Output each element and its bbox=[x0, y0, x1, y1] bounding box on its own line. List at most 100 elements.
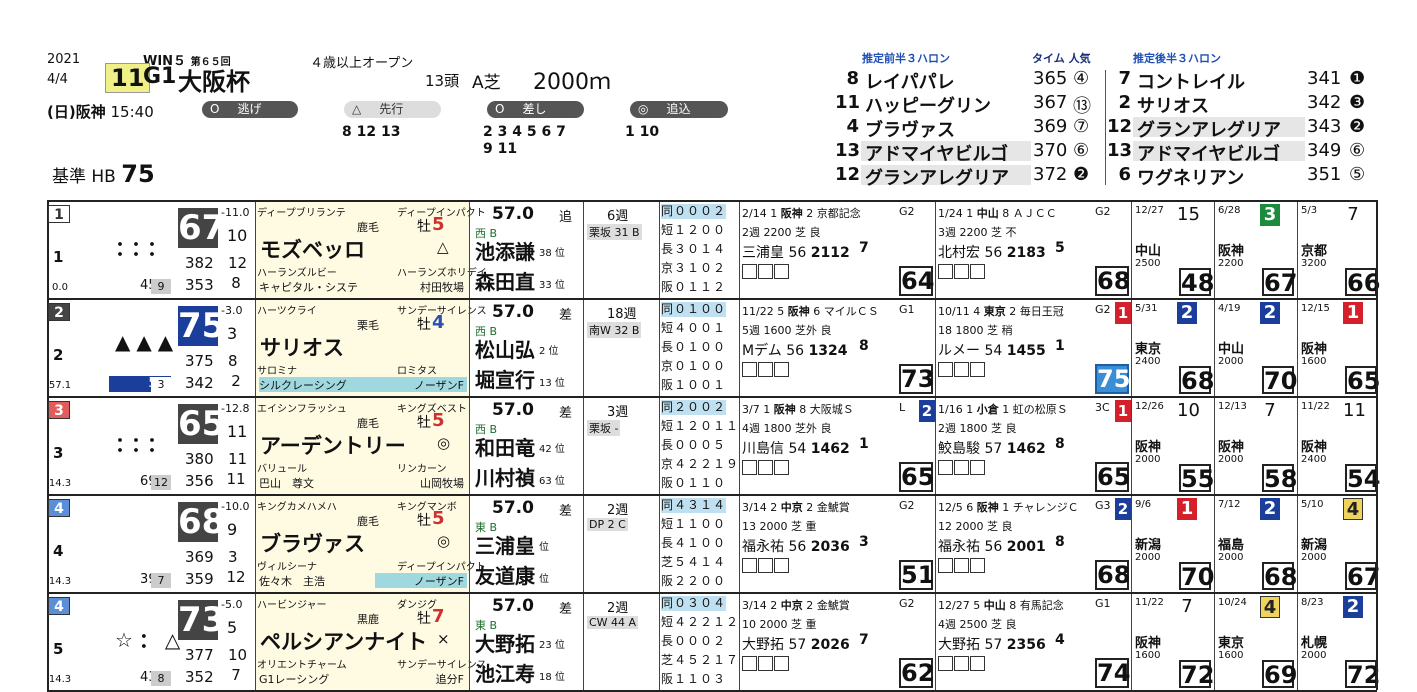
past-race-finish: 5 bbox=[1117, 206, 1129, 224]
past-race-venue: 阪神 bbox=[1301, 342, 1328, 357]
back-time: 353 bbox=[185, 276, 214, 294]
pace-front-no: 11 bbox=[835, 92, 861, 113]
mark: ◎ bbox=[437, 434, 451, 452]
training-course: 栗坂 31 B bbox=[587, 224, 642, 240]
past-race-sub: 10 2000 芝 重 bbox=[742, 618, 817, 631]
popularity: 9 bbox=[151, 279, 171, 294]
speed-index: 73 bbox=[178, 600, 226, 640]
jockey-stat: 23 位 bbox=[539, 640, 565, 651]
front-rank: 10 bbox=[228, 646, 248, 664]
weight: 57.0 bbox=[492, 204, 534, 224]
past-race-positions bbox=[938, 656, 986, 674]
mark: △ bbox=[437, 238, 449, 256]
pace-back-row: 12 グランアレグリア 343 ❷ bbox=[1107, 116, 1372, 141]
frame-badge: 3 bbox=[48, 401, 70, 419]
past-race-finish: 8 bbox=[921, 206, 933, 224]
age: 4 bbox=[432, 312, 445, 333]
past-race-jockey: 鮫島駿 57 1462 bbox=[938, 441, 1046, 457]
jockey: 松山弘 bbox=[475, 338, 535, 362]
pace-back-name: ワグネリアン bbox=[1137, 168, 1245, 189]
pace-back-pop: ❸ bbox=[1349, 92, 1366, 113]
past-race-date: 5/31 bbox=[1135, 303, 1158, 314]
frame-badge: 2 bbox=[48, 303, 70, 321]
past-race-distance: 2000 bbox=[1218, 356, 1244, 367]
prediction-marks: ☆：△ bbox=[115, 628, 187, 652]
age: 7 bbox=[432, 606, 445, 627]
pace-back-no: 2 bbox=[1118, 92, 1131, 113]
past-race-distance: 2500 bbox=[1135, 258, 1161, 269]
horse-row: 4414.339.6768-10.09369335912キングカメハメハキングマ… bbox=[47, 494, 1380, 593]
pace-back-name: アドマイヤビルゴ bbox=[1137, 144, 1281, 165]
jockey-stat: 42 位 bbox=[539, 444, 565, 455]
past-race-finish: 7 bbox=[1117, 598, 1129, 616]
record-row: 長０１００ bbox=[661, 340, 727, 354]
past-race-rank: 8 bbox=[859, 338, 869, 354]
past-race-positions bbox=[938, 362, 986, 380]
back-rank: 2 bbox=[231, 372, 241, 390]
age: 5 bbox=[432, 214, 445, 235]
past-race-header: 12/5 6 阪神 1 チャレンジＣ bbox=[938, 501, 1079, 514]
index-diff: -3.0 bbox=[221, 304, 243, 317]
past-race-venue: 阪神 bbox=[1135, 440, 1162, 455]
course-type: A芝 bbox=[472, 73, 501, 93]
past-race-venue: 東京 bbox=[1135, 342, 1162, 357]
horse-name: サリオス bbox=[260, 336, 344, 360]
jockey-stat: 38 位 bbox=[539, 248, 565, 259]
pace-divider bbox=[1105, 70, 1106, 185]
trainer-stat: 位 bbox=[539, 574, 549, 585]
dam-sire: ロミタス bbox=[397, 366, 437, 377]
sire: ディープブリランテ bbox=[257, 208, 346, 219]
front-rank: 3 bbox=[228, 548, 238, 566]
pace-back-row: 7 コントレイル 341 ❶ bbox=[1107, 68, 1372, 93]
trainer-stat: 63 位 bbox=[539, 476, 565, 487]
record-row: 同２００２ bbox=[661, 400, 727, 415]
owner: キャピタル・システ bbox=[259, 281, 358, 294]
distance: 2000ｍ bbox=[533, 70, 611, 95]
pace-back-row: 13 アドマイヤビルゴ 349 ⑥ bbox=[1107, 140, 1372, 165]
past-race-finish: 7 bbox=[1181, 596, 1193, 617]
interval: 18週 bbox=[607, 307, 637, 322]
record-row: 阪１１０３ bbox=[661, 672, 727, 686]
pace-front-time: 369 bbox=[1033, 116, 1068, 137]
index-diff: -5.0 bbox=[221, 598, 243, 611]
past-race-distance: 1600 bbox=[1218, 650, 1244, 661]
back-rank: 8 bbox=[231, 274, 241, 292]
back-rank: 7 bbox=[231, 666, 241, 684]
past-race-finish: 1 bbox=[1177, 498, 1197, 520]
past-race-sub: 18 1800 芝 稍 bbox=[938, 324, 1013, 337]
mark: × bbox=[437, 630, 450, 648]
sire: ハーツクライ bbox=[257, 306, 317, 317]
past-race-grade: 3C bbox=[1095, 401, 1110, 414]
past-race-distance: 2400 bbox=[1135, 356, 1161, 367]
trainer-stat: 18 位 bbox=[539, 672, 565, 683]
horse-number: 3 bbox=[53, 444, 64, 462]
pace-front-name: ハッピーグリン bbox=[865, 96, 991, 117]
running-style: 差 bbox=[559, 504, 573, 519]
past-race-rank: 7 bbox=[859, 240, 869, 256]
past-race-venue: 新潟 bbox=[1301, 538, 1328, 553]
index-rank: 10 bbox=[227, 226, 248, 245]
weight: 57.0 bbox=[492, 302, 534, 322]
record-row: 短４２２１２ bbox=[661, 615, 740, 629]
past-race-index: 62 bbox=[899, 658, 935, 688]
pace-front-row: 8 レイパパレ 365 ④ bbox=[835, 68, 1097, 93]
pace-front-pop: ⑥ bbox=[1073, 140, 1090, 161]
pace-back-time: 342 bbox=[1307, 92, 1342, 113]
record-row: 同０００２ bbox=[661, 204, 727, 219]
sex: 牡 bbox=[417, 611, 431, 627]
past-race-distance: 2000 bbox=[1135, 552, 1161, 563]
past-race-rank: 8 bbox=[1055, 436, 1065, 452]
prediction-marks: ：：： bbox=[115, 236, 173, 260]
running-style: 差 bbox=[559, 406, 573, 421]
past-race-venue: 東京 bbox=[1218, 636, 1245, 651]
past-race-finish: 1 bbox=[1115, 400, 1131, 422]
horse-number: 4 bbox=[53, 542, 64, 560]
past-race-finish: 2 bbox=[1260, 302, 1280, 324]
training-course: 栗坂 - bbox=[587, 420, 621, 436]
popularity: 7 bbox=[151, 573, 171, 588]
pace-front-row: 11 ハッピーグリン 367 ⑬ bbox=[835, 92, 1097, 117]
past-race-grade: G1 bbox=[1095, 597, 1111, 610]
record-row: 長０００２ bbox=[661, 634, 727, 648]
past-race-index: 68 bbox=[1095, 266, 1131, 296]
past-race-finish: 10 bbox=[919, 500, 940, 518]
